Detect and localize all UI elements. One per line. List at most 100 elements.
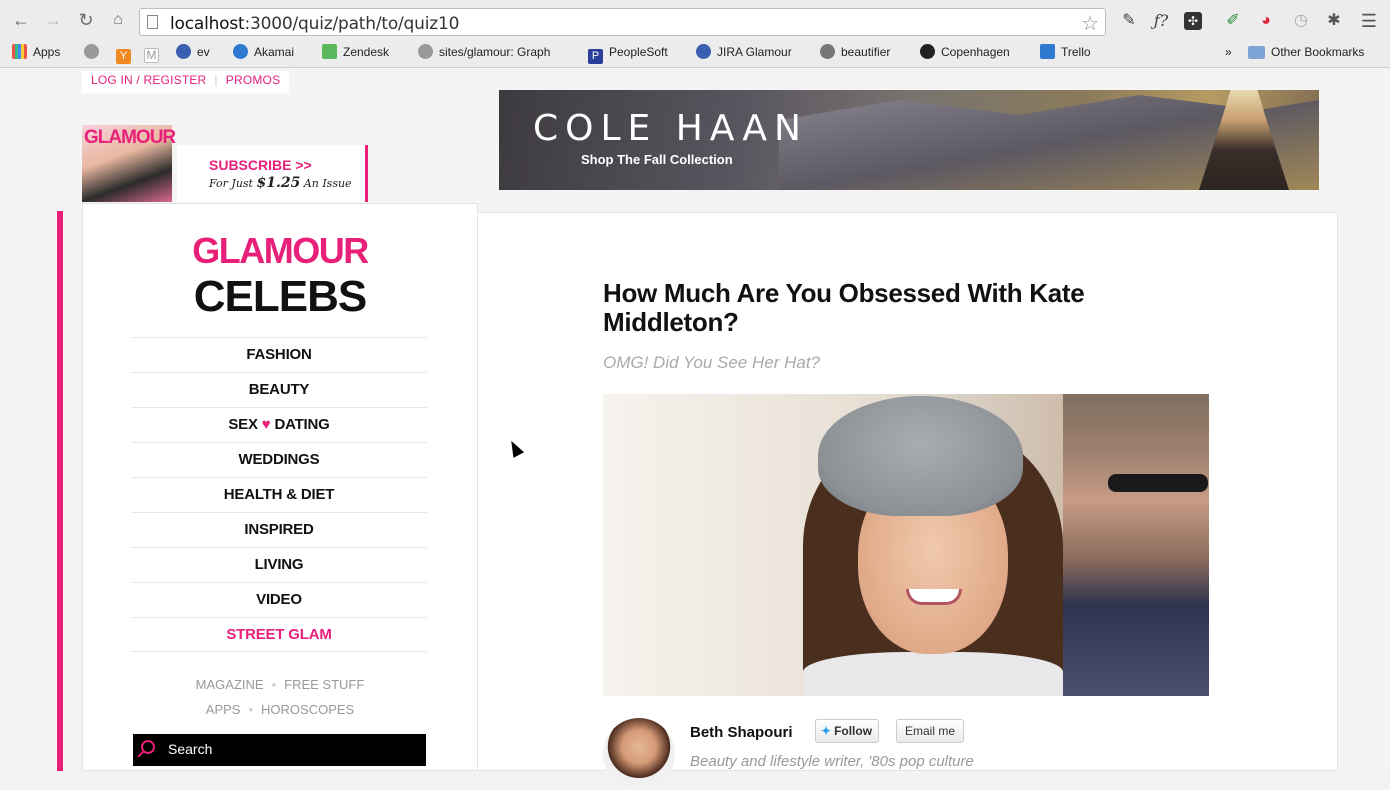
puzzle-square-extension-icon[interactable]: ✣ <box>1184 12 1202 30</box>
extensions-icon[interactable]: ✱ <box>1323 10 1345 32</box>
author-byline: Beth Shapouri ✦ Follow Email me Beauty an… <box>603 718 1203 790</box>
bookmark-zendesk[interactable]: Zendesk <box>322 43 389 61</box>
site-logo-glamour[interactable]: GLAMOUR <box>83 230 477 272</box>
url-text: localhost:3000/quiz/path/to/quiz10 <box>170 14 460 34</box>
nav-sex-dating[interactable]: SEX ♥ DATING <box>131 407 427 442</box>
page-content: LOG IN / REGISTER | PROMOS GLAMOUR SUBSCRI… <box>0 68 1390 790</box>
subscribe-link[interactable]: SUBSCRIBE >> <box>209 157 312 173</box>
zendesk-icon <box>322 44 337 59</box>
search-icon <box>141 740 155 754</box>
magazine-link[interactable]: MAGAZINE <box>196 677 264 692</box>
gmail-icon: M <box>144 48 159 63</box>
article-title: How Much Are You Obsessed With Kate Midd… <box>603 278 1085 337</box>
ad-tagline: Shop The Fall Collection <box>581 152 733 167</box>
login-register-link[interactable]: LOG IN / REGISTER <box>91 73 206 87</box>
nav-video[interactable]: VIDEO <box>131 582 427 617</box>
y-icon: Y <box>116 49 131 64</box>
bullet: • <box>248 702 254 717</box>
promos-link[interactable]: PROMOS <box>226 73 281 87</box>
bookmark-peoplesoft[interactable]: P PeopleSoft <box>588 43 668 64</box>
badge-icon <box>176 44 191 59</box>
akamai-icon <box>233 44 248 59</box>
drupal-icon <box>418 44 433 59</box>
apps-grid-icon <box>12 44 27 59</box>
article-photo[interactable] <box>603 394 1209 696</box>
accent-bar <box>57 211 63 771</box>
site-logo-celebs[interactable]: CELEBS <box>83 272 477 322</box>
photo-smile <box>906 589 962 605</box>
heart-icon: ♥ <box>261 416 271 433</box>
bookmark-akamai[interactable]: Akamai <box>233 43 294 61</box>
forward-icon[interactable]: → <box>42 9 64 31</box>
beautifier-icon <box>820 44 835 59</box>
twitter-follow-button[interactable]: ✦ Follow <box>815 719 880 743</box>
bookmarks-bar: Apps Y M ev Akamai Zendesk sites/glamour… <box>0 39 1390 64</box>
nav-street-glam[interactable]: STREET GLAM <box>131 617 427 652</box>
bookmark-beautifier[interactable]: beautifier <box>820 43 890 61</box>
browser-toolbar: ← → ↻ ⌂ localhost:3000/quiz/path/to/quiz… <box>0 4 1390 36</box>
apps-link[interactable]: APPS <box>206 702 241 717</box>
bookmark-copenhagen[interactable]: Copenhagen <box>920 43 1010 61</box>
page-icon <box>147 15 158 29</box>
github-icon <box>920 44 935 59</box>
horoscopes-link[interactable]: HOROSCOPES <box>261 702 354 717</box>
nav-weddings[interactable]: WEDDINGS <box>131 442 427 477</box>
back-icon[interactable]: ← <box>10 9 32 31</box>
ad-brand: COLE HAAN <box>533 108 808 149</box>
color-picker-extension-icon[interactable]: ✐ <box>1222 10 1244 32</box>
top-links: LOG IN / REGISTER | PROMOS <box>82 71 290 93</box>
photo-sunglasses <box>1108 474 1208 492</box>
article-subtitle: OMG! Did You See Her Hat? <box>603 353 821 372</box>
author-bio: Beauty and lifestyle writer, '80s pop cu… <box>690 753 974 770</box>
bookmark-star-icon[interactable]: ☆ <box>1081 11 1099 36</box>
other-bookmarks[interactable]: Other Bookmarks <box>1248 43 1364 61</box>
nav-inspired[interactable]: INSPIRED <box>131 512 427 547</box>
address-bar[interactable]: localhost:3000/quiz/path/to/quiz10 ☆ <box>139 8 1106 36</box>
bookmark-y[interactable]: Y <box>116 43 137 64</box>
home-icon[interactable]: ⌂ <box>107 9 129 31</box>
photo-man <box>1063 394 1209 696</box>
bookmark-jira[interactable]: JIRA Glamour <box>696 43 792 61</box>
nav-fashion[interactable]: FASHION <box>131 337 427 372</box>
bookmark-gmail[interactable]: M <box>144 43 165 63</box>
bullet: • <box>271 677 277 692</box>
magazine-cover-title: GLAMOUR <box>84 127 176 148</box>
subscribe-box[interactable]: SUBSCRIBE >> For Just $1.25 An Issue <box>177 145 368 202</box>
nav-beauty[interactable]: BEAUTY <box>131 372 427 407</box>
article: How Much Are You Obsessed With Kate Midd… <box>478 212 1338 790</box>
globe-icon <box>84 44 99 59</box>
author-name[interactable]: Beth Shapouri <box>690 724 793 741</box>
banner-ad[interactable]: COLE HAAN Shop The Fall Collection <box>499 90 1319 190</box>
reload-icon[interactable]: ↻ <box>75 9 97 31</box>
bookmark-graph[interactable]: sites/glamour: Graph <box>418 43 550 61</box>
secondary-nav: MAGAZINE • FREE STUFF APPS • HOROSCOPES <box>83 672 477 722</box>
sidebar: GLAMOUR CELEBS FASHION BEAUTY SEX ♥ DATI… <box>82 203 478 771</box>
email-me-button[interactable]: Email me <box>896 719 965 743</box>
bookmarks-overflow-chevron-icon[interactable]: » <box>1225 43 1232 61</box>
bookmark-trello[interactable]: Trello <box>1040 43 1091 61</box>
bookmark-globe[interactable] <box>84 43 105 61</box>
divider: | <box>214 73 218 87</box>
peoplesoft-icon: P <box>588 49 603 64</box>
subscribe-price: For Just $1.25 An Issue <box>209 175 352 191</box>
menu-icon[interactable]: ☰ <box>1358 10 1380 32</box>
search-input[interactable]: Search <box>133 734 426 766</box>
bookmark-ev[interactable]: ev <box>176 43 210 61</box>
magazine-cover-image[interactable]: GLAMOUR <box>82 125 176 202</box>
twitter-icon: ✦ <box>821 724 832 738</box>
function-extension-icon[interactable]: ƒ? <box>1150 10 1172 32</box>
nav-health-diet[interactable]: HEALTH & DIET <box>131 477 427 512</box>
clock-extension-icon[interactable]: ◷ <box>1290 10 1312 32</box>
jira-icon <box>696 44 711 59</box>
nav-living[interactable]: LIVING <box>131 547 427 582</box>
eyedropper-extension-icon[interactable]: ✎ <box>1118 10 1140 32</box>
bookmark-apps[interactable]: Apps <box>12 43 60 61</box>
free-stuff-link[interactable]: FREE STUFF <box>284 677 364 692</box>
section-nav: FASHION BEAUTY SEX ♥ DATING WEDDINGS HEA… <box>131 337 427 652</box>
photo-hat <box>818 396 1023 516</box>
search-placeholder: Search <box>168 741 213 757</box>
subscribe-promo[interactable]: GLAMOUR SUBSCRIBE >> For Just $1.25 An I… <box>82 120 368 202</box>
trello-icon <box>1040 44 1055 59</box>
author-avatar[interactable] <box>603 718 675 790</box>
chart-extension-icon[interactable]: ◕ <box>1255 10 1277 32</box>
